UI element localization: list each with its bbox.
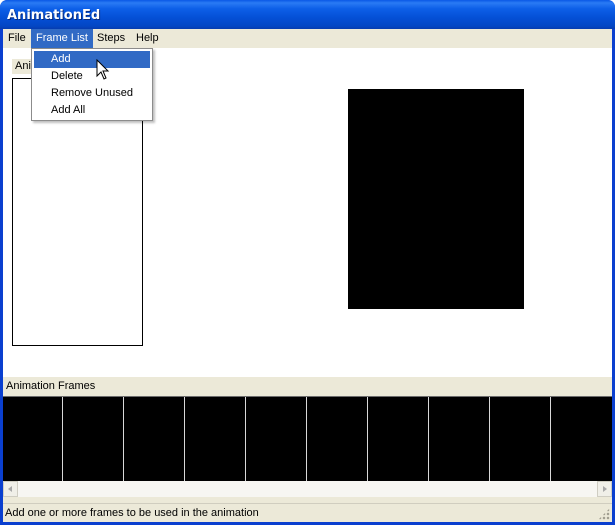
frame-list-dropdown: Add Delete Remove Unused Add All — [31, 48, 153, 121]
status-bar: Add one or more frames to be used in the… — [3, 503, 612, 522]
menu-frame-list[interactable]: Frame List — [31, 29, 93, 48]
frame-slot[interactable] — [247, 397, 307, 481]
status-text: Add one or more frames to be used in the… — [5, 507, 259, 519]
app-window: AnimationEd File Frame List Steps Help A… — [0, 0, 615, 525]
menu-bar: File Frame List Steps Help — [3, 29, 612, 48]
menu-steps[interactable]: Steps — [92, 29, 130, 48]
menu-item-delete[interactable]: Delete — [34, 68, 150, 85]
frame-slot[interactable] — [369, 397, 429, 481]
title-bar[interactable]: AnimationEd — [0, 0, 615, 29]
animation-preview — [348, 89, 524, 309]
menu-item-remove-unused[interactable]: Remove Unused — [34, 85, 150, 102]
frame-list-group-label: Ani — [12, 59, 32, 74]
animation-frames-strip[interactable] — [3, 396, 612, 481]
frame-slot[interactable] — [430, 397, 490, 481]
menu-item-add-all[interactable]: Add All — [34, 102, 150, 119]
arrow-right-icon[interactable] — [597, 481, 612, 497]
frame-slot[interactable] — [186, 397, 246, 481]
horizontal-scrollbar[interactable] — [3, 481, 612, 497]
menu-item-add[interactable]: Add — [34, 51, 150, 68]
frame-slot[interactable] — [64, 397, 124, 481]
window-title: AnimationEd — [7, 8, 101, 23]
frame-slot[interactable] — [552, 397, 612, 481]
frame-slot[interactable] — [308, 397, 368, 481]
arrow-left-icon[interactable] — [3, 481, 18, 497]
animation-frames-header: Animation Frames — [3, 377, 612, 396]
scrollbar-track[interactable] — [18, 481, 597, 497]
resize-grip-icon[interactable] — [598, 508, 610, 520]
mouse-pointer-icon — [96, 59, 110, 80]
frame-slot[interactable] — [125, 397, 185, 481]
menu-help[interactable]: Help — [131, 29, 164, 48]
frame-slot[interactable] — [3, 397, 63, 481]
frame-slot[interactable] — [491, 397, 551, 481]
menu-file[interactable]: File — [3, 29, 31, 48]
